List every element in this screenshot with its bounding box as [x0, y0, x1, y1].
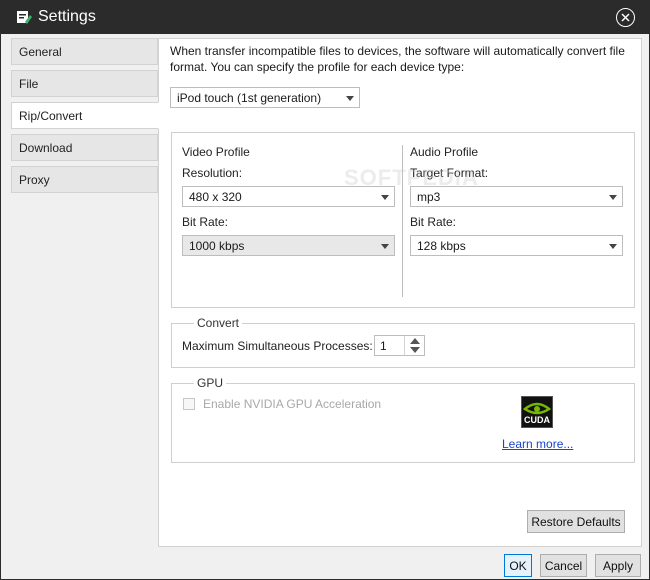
max-processes-label: Maximum Simultaneous Processes: [182, 339, 373, 353]
watermark-text: SOFTPEDIA [344, 165, 479, 190]
profile-group: Video Profile Resolution: 480 x 320 Bit … [171, 132, 635, 308]
audio-bitrate-value: 128 kbps [417, 239, 466, 253]
gpu-acceleration-label: Enable NVIDIA GPU Acceleration [203, 397, 382, 411]
video-bitrate-dropdown[interactable]: 1000 kbps [182, 235, 395, 256]
cancel-button[interactable]: Cancel [540, 554, 587, 577]
video-bitrate-value: 1000 kbps [189, 239, 245, 253]
audio-bitrate-dropdown[interactable]: 128 kbps [410, 235, 623, 256]
sidebar-item-label: General [19, 45, 62, 59]
decrement-arrow-icon[interactable] [410, 347, 420, 353]
sidebar-item-proxy[interactable]: Proxy [11, 166, 158, 193]
gpu-legend: GPU [194, 376, 227, 390]
close-button[interactable] [616, 8, 635, 27]
max-processes-value: 1 [380, 339, 387, 353]
apply-button[interactable]: Apply [595, 554, 641, 577]
increment-arrow-icon[interactable] [410, 338, 420, 344]
convert-legend: Convert [194, 316, 243, 330]
sidebar: General File Rip/Convert Download Proxy [11, 38, 159, 198]
sidebar-item-label: File [19, 77, 39, 91]
learn-more-link[interactable]: Learn more... [502, 437, 573, 451]
chevron-down-icon [609, 195, 617, 200]
chevron-down-icon [381, 244, 389, 249]
apply-label: Apply [602, 558, 634, 573]
chevron-down-icon [609, 244, 617, 249]
settings-window: Settings General File Rip/Convert Downlo… [0, 0, 650, 580]
rip-convert-panel: When transfer incompatible files to devi… [158, 38, 642, 547]
title-bar: Settings [1, 1, 649, 34]
sidebar-item-rip-convert[interactable]: Rip/Convert [11, 102, 159, 129]
sidebar-item-label: Download [19, 141, 73, 155]
resolution-label: Resolution: [182, 166, 243, 180]
device-type-value: iPod touch (1st generation) [177, 91, 322, 105]
video-profile-heading: Video Profile [182, 145, 250, 159]
gpu-group: GPU Enable NVIDIA GPU Acceleration CUDA … [171, 376, 635, 463]
ok-button[interactable]: OK [504, 554, 532, 577]
stepper-buttons [404, 336, 424, 355]
cuda-logo: CUDA [521, 396, 553, 428]
cuda-logo-text: CUDA [524, 415, 550, 425]
description-text: When transfer incompatible files to devi… [170, 44, 625, 74]
target-format-value: mp3 [417, 190, 441, 204]
audio-bitrate-label: Bit Rate: [410, 215, 457, 229]
settings-pencil-icon [17, 11, 32, 24]
sidebar-item-file[interactable]: File [11, 70, 158, 97]
restore-defaults-label: Restore Defaults [531, 514, 621, 529]
chevron-down-icon [346, 96, 354, 101]
sidebar-item-label: Rip/Convert [19, 109, 83, 123]
resolution-value: 480 x 320 [189, 190, 242, 204]
sidebar-item-download[interactable]: Download [11, 134, 158, 161]
sidebar-item-label: Proxy [19, 173, 50, 187]
chevron-down-icon [381, 195, 389, 200]
max-processes-stepper[interactable]: 1 [374, 335, 425, 356]
close-icon [621, 13, 630, 22]
restore-defaults-button[interactable]: Restore Defaults [527, 510, 625, 533]
window-title: Settings [38, 8, 96, 25]
cancel-label: Cancel [544, 558, 583, 573]
sidebar-item-general[interactable]: General [11, 38, 158, 65]
convert-group: Convert Maximum Simultaneous Processes: … [171, 316, 635, 368]
ok-label: OK [509, 558, 527, 573]
gpu-acceleration-checkbox[interactable] [183, 398, 195, 410]
device-type-dropdown[interactable]: iPod touch (1st generation) [170, 87, 360, 108]
video-bitrate-label: Bit Rate: [182, 215, 229, 229]
audio-profile-heading: Audio Profile [410, 145, 479, 159]
